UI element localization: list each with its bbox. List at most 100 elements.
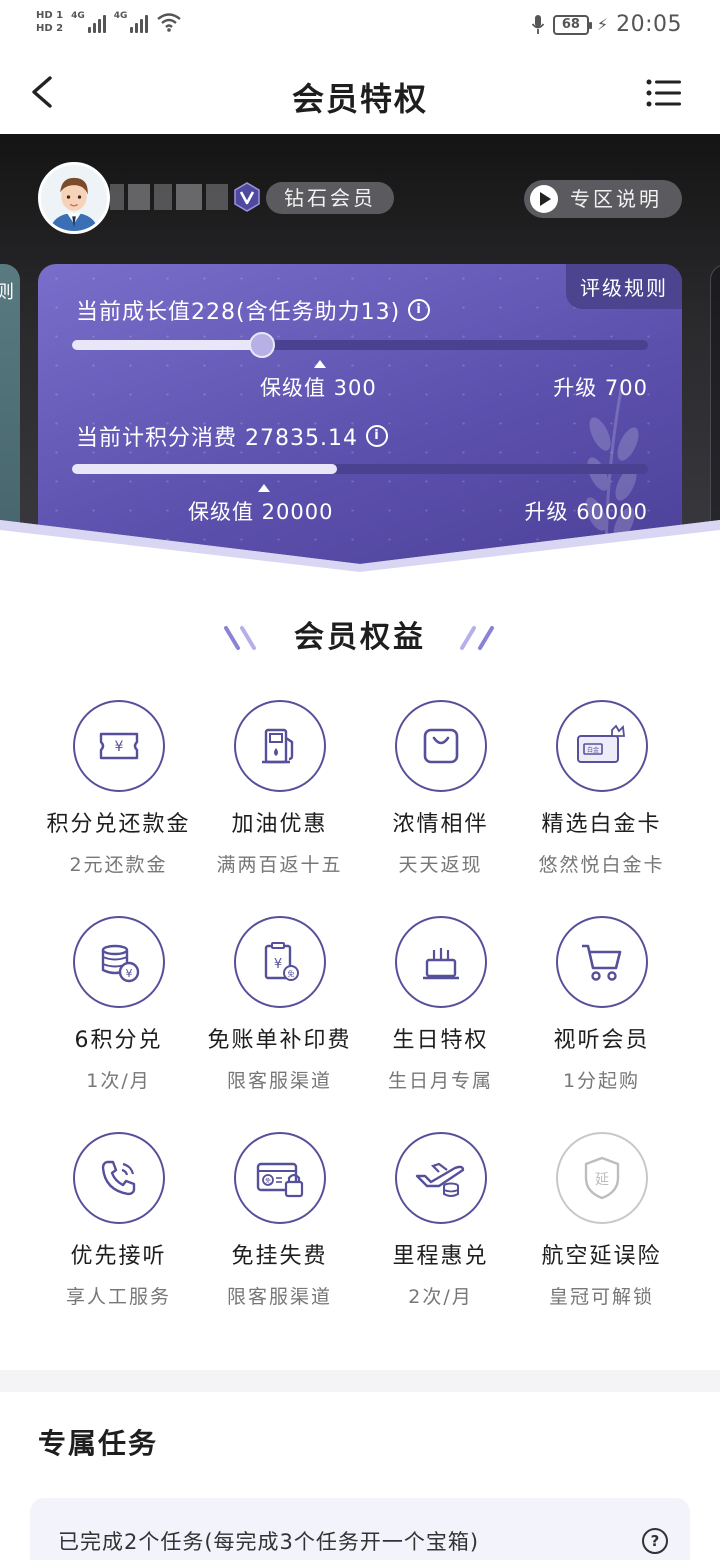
zone-explain-button[interactable]: 专区说明 — [524, 180, 682, 218]
growth-progress-knob — [249, 332, 276, 358]
benefit-subtitle: 限客服渠道 — [226, 1070, 332, 1092]
svg-text:¥: ¥ — [125, 967, 132, 980]
card-lock-icon: 免 — [233, 1132, 326, 1224]
benefit-item[interactable]: ¥ 积分兑还款金 2元还款金 — [38, 700, 199, 916]
voucher-icon: ¥ — [72, 700, 165, 792]
hd-indicators: HD 1 HD 2 — [36, 10, 63, 34]
benefit-title: 精选白金卡 — [541, 812, 662, 837]
vip-badge-icon — [234, 182, 260, 212]
benefit-subtitle: 限客服渠道 — [226, 1286, 332, 1308]
benefit-item[interactable]: 视听会员 1分起购 — [521, 916, 682, 1132]
benefit-item[interactable]: 里程惠兑 2次/月 — [360, 1132, 521, 1348]
benefit-item[interactable]: 延 航空延误险 皇冠可解锁 — [521, 1132, 682, 1348]
battery-indicator: 68 — [552, 14, 592, 35]
benefit-subtitle: 1分起购 — [562, 1070, 641, 1092]
wifi-icon — [157, 13, 182, 32]
title-bar: 会员特权 — [0, 52, 720, 134]
benefit-subtitle: 2元还款金 — [69, 854, 168, 876]
growth-keep-marker — [314, 360, 326, 368]
benefit-item[interactable]: 浓情相伴 天天返现 — [360, 700, 521, 916]
platinum-card-icon: 白金 — [555, 700, 648, 792]
cart-icon — [555, 916, 648, 1008]
tasks-summary-text: 已完成2个任务(每完成3个任务开一个宝箱) — [58, 1530, 480, 1554]
growth-keep-label: 保级值 300 — [260, 376, 377, 400]
tasks-summary-card[interactable]: 已完成2个任务(每完成3个任务开一个宝箱) ? — [30, 1498, 690, 1560]
benefit-subtitle: 皇冠可解锁 — [548, 1286, 654, 1308]
bill-icon: ¥ 免 — [233, 916, 326, 1008]
benefits-title: 会员权益 — [294, 620, 426, 655]
benefit-title: 积分兑还款金 — [46, 812, 191, 837]
airplane-icon — [394, 1132, 487, 1224]
growth-upgrade-label: 升级 700 — [553, 376, 648, 400]
hero-bottom-curve — [0, 520, 720, 580]
points-value-row: 当前计积分消费 27835.14 i — [76, 420, 388, 452]
benefit-title: 里程惠兑 — [392, 1244, 489, 1269]
member-level-badge: 钻石会员 — [266, 182, 394, 214]
svg-text:白金: 白金 — [586, 746, 598, 754]
growth-info-icon[interactable]: i — [408, 299, 431, 321]
benefit-subtitle: 1次/月 — [86, 1070, 151, 1092]
points-keep-marker — [258, 484, 270, 492]
benefit-subtitle: 悠然悦白金卡 — [538, 854, 665, 876]
page-title: 会员特权 — [291, 80, 428, 118]
network-type-1: 4G — [71, 11, 85, 21]
phone-icon — [72, 1132, 165, 1224]
zone-explain-label: 专区说明 — [570, 187, 662, 211]
benefit-item[interactable]: 生日特权 生日月专属 — [360, 916, 521, 1132]
rating-rules-button[interactable]: 评级规则 — [566, 264, 682, 309]
benefit-subtitle: 满两百返十五 — [216, 854, 343, 876]
microphone-icon — [531, 14, 545, 34]
benefit-title: 优先接听 — [70, 1244, 167, 1269]
shopping-bag-icon — [394, 700, 487, 792]
benefit-title: 航空延误险 — [541, 1244, 662, 1269]
benefit-subtitle: 天天返现 — [398, 854, 483, 876]
benefit-title: 6积分兑 — [74, 1028, 163, 1053]
points-value-label: 当前计积分消费 27835.14 — [76, 426, 358, 451]
charging-icon: ⚡ — [596, 15, 609, 34]
benefit-subtitle: 2次/月 — [408, 1286, 473, 1308]
signal-2-icon: 4G — [114, 11, 149, 33]
svg-text:¥: ¥ — [114, 739, 123, 755]
benefit-subtitle: 享人工服务 — [65, 1286, 171, 1308]
benefits-grid: ¥ 积分兑还款金 2元还款金 加油优惠 满两百返十五 浓情相伴 天天返现 白金 … — [38, 700, 682, 1348]
points-progress-fill — [72, 464, 337, 474]
benefit-title: 加油优惠 — [231, 812, 328, 837]
status-right: 68 ⚡ 20:05 — [531, 12, 682, 37]
growth-progress-track — [72, 332, 648, 358]
points-info-icon[interactable]: i — [365, 425, 388, 447]
benefit-item[interactable]: 免 免挂失费 限客服渠道 — [199, 1132, 360, 1348]
avatar-illustration-icon — [41, 165, 107, 231]
title-decoration-right — [460, 626, 494, 650]
member-hero: 钻石会员 专区说明 则 评级规则 当前成长值228(含任务助力13) i 保级值… — [0, 134, 720, 574]
menu-list-button[interactable] — [646, 78, 682, 108]
status-bar: HD 1 HD 2 4G 4G 68 ⚡ 20:05 — [0, 0, 720, 52]
hd2-label: HD 2 — [36, 23, 64, 34]
masked-username — [110, 182, 228, 212]
benefit-item[interactable]: 优先接听 享人工服务 — [38, 1132, 199, 1348]
tasks-title: 专属任务 — [38, 1427, 159, 1460]
birthday-cake-icon — [394, 916, 487, 1008]
growth-value-row: 当前成长值228(含任务助力13) i — [76, 294, 431, 326]
svg-text:免: 免 — [287, 969, 294, 978]
status-left: HD 1 HD 2 4G 4G — [36, 10, 182, 34]
delay-shield-icon: 延 — [555, 1132, 648, 1224]
avatar[interactable] — [38, 162, 110, 234]
benefit-item[interactable]: 白金 精选白金卡 悠然悦白金卡 — [521, 700, 682, 916]
help-question-icon[interactable]: ? — [642, 1528, 668, 1554]
svg-text:¥: ¥ — [273, 957, 281, 972]
svg-text:免: 免 — [264, 1177, 270, 1185]
growth-value-label: 当前成长值228(含任务助力13) — [76, 300, 401, 325]
benefit-item[interactable]: ¥ 免 免账单补印费 限客服渠道 — [199, 916, 360, 1132]
benefit-item[interactable]: ¥ 6积分兑 1次/月 — [38, 916, 199, 1132]
benefit-subtitle: 生日月专属 — [387, 1070, 493, 1092]
benefit-title: 生日特权 — [392, 1028, 489, 1053]
svg-text:延: 延 — [595, 1172, 609, 1188]
benefit-title: 视听会员 — [553, 1028, 650, 1053]
benefit-item[interactable]: 加油优惠 满两百返十五 — [199, 700, 360, 916]
coin-exchange-icon: ¥ — [72, 916, 165, 1008]
signal-1-icon: 4G — [71, 11, 106, 33]
previous-card-label: 则 — [0, 282, 14, 303]
section-divider — [0, 1370, 720, 1392]
benefit-title: 免账单补印费 — [207, 1028, 352, 1053]
play-icon — [530, 185, 558, 213]
